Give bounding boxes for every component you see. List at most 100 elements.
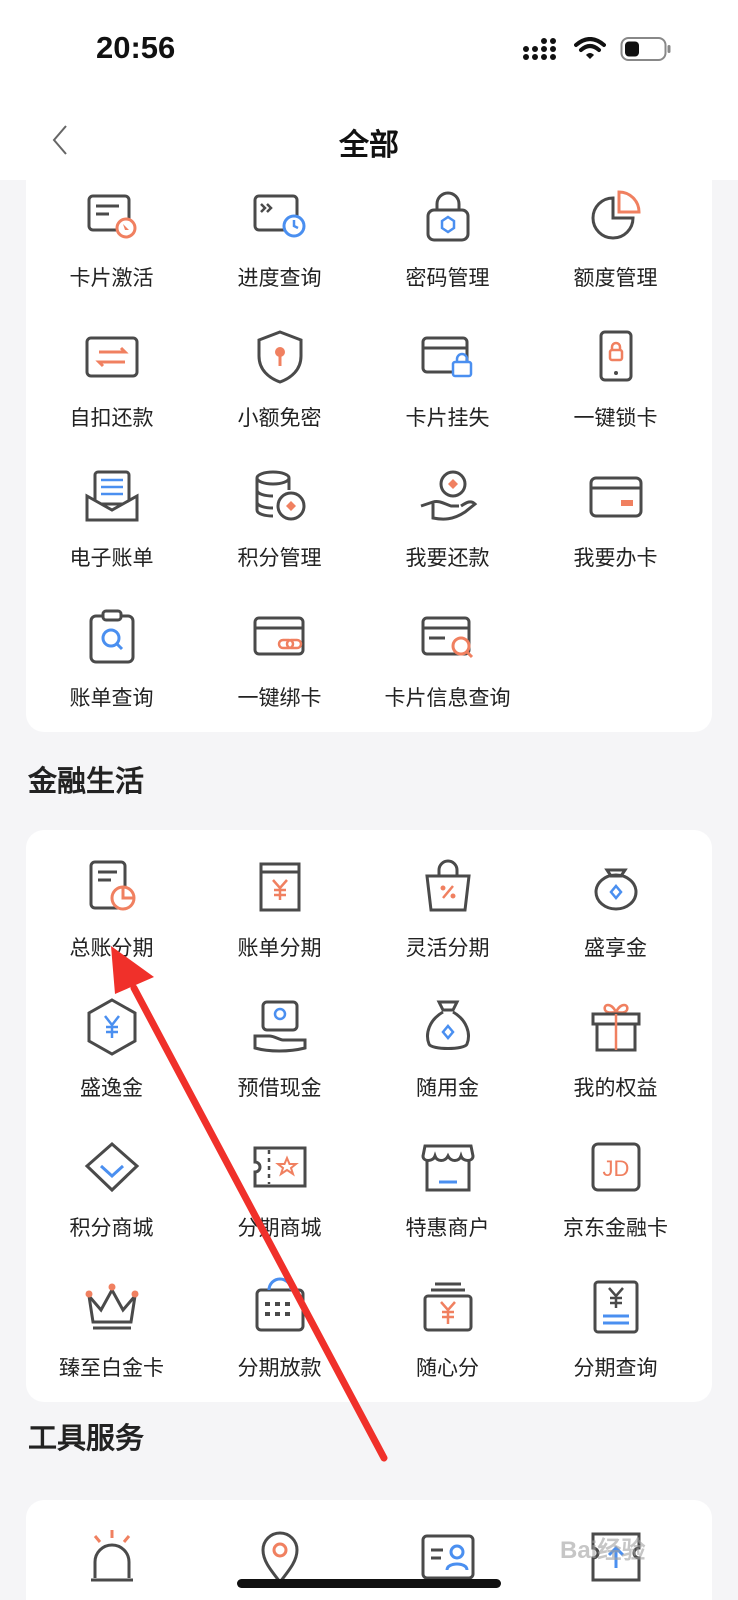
card-link-icon bbox=[253, 616, 304, 656]
bill-yuan-icon bbox=[259, 862, 300, 912]
card-activate-icon bbox=[87, 194, 136, 239]
grid-item-bill-installment[interactable]: 账单分期 bbox=[194, 830, 365, 970]
services-card: 卡片激活 进度查询 密码管理 额度管理 自扣还款 小额免密 卡片挂失 一键锁卡 … bbox=[26, 160, 712, 732]
grid-item-label: 电子账单 bbox=[69, 547, 154, 570]
grid-item-label: 账单查询 bbox=[69, 687, 154, 710]
grid-item-label: 总账分期 bbox=[69, 937, 154, 960]
progress-query-icon bbox=[253, 194, 305, 238]
grid-item-password-manage[interactable]: 密码管理 bbox=[362, 160, 533, 300]
grid-item-label: 一键锁卡 bbox=[573, 407, 658, 430]
auto-repay-icon bbox=[85, 336, 138, 378]
grid-item-label: 账单分期 bbox=[237, 937, 322, 960]
grid-item-label: 积分管理 bbox=[237, 547, 322, 570]
grid-item-label: 积分商城 bbox=[69, 1217, 154, 1240]
alarm-light-icon bbox=[90, 1530, 133, 1582]
grid-item-installment-loan[interactable]: 分期放款 bbox=[194, 1250, 365, 1390]
grid-item-label: 密码管理 bbox=[405, 267, 490, 290]
grid-item-flexible-installment[interactable]: 灵活分期 bbox=[362, 830, 533, 970]
grid-item-label: 盛享金 bbox=[584, 937, 647, 960]
grid-item-apply-card[interactable]: 我要办卡 bbox=[530, 440, 701, 580]
status-icons bbox=[522, 34, 672, 64]
gift-box-icon bbox=[591, 1003, 640, 1052]
grid-item-small-free[interactable]: 小额免密 bbox=[194, 300, 365, 440]
grid-item-card-activate[interactable]: 卡片激活 bbox=[26, 160, 197, 300]
grid-item-card-report-loss[interactable]: 卡片挂失 bbox=[362, 300, 533, 440]
status-bar: 20:56 bbox=[0, 0, 738, 100]
finance-card: 总账分期 账单分期 灵活分期 盛享金 盛逸金 预借现金 随用金 我的权益 积分商… bbox=[26, 830, 712, 1402]
grid-item-tool-alarm[interactable] bbox=[26, 1500, 197, 1600]
grid-item-e-bill[interactable]: 电子账单 bbox=[26, 440, 197, 580]
grid-item-label: 卡片激活 bbox=[69, 267, 154, 290]
grid-item-label: 分期商城 bbox=[237, 1217, 322, 1240]
money-bag-icon bbox=[594, 868, 637, 911]
sack-icon bbox=[425, 1000, 470, 1050]
grid-item-label: 随心分 bbox=[416, 1357, 479, 1380]
credit-card-icon bbox=[589, 476, 642, 518]
grid-item-label: 特惠商户 bbox=[405, 1217, 490, 1240]
grid-item-label: 分期放款 bbox=[237, 1357, 322, 1380]
yuan-box-icon bbox=[423, 1282, 472, 1332]
grid-item-label: 一键绑卡 bbox=[237, 687, 322, 710]
status-time: 20:56 bbox=[96, 30, 176, 65]
page-title: 全部 bbox=[339, 129, 399, 162]
grid-item-i-want-repay[interactable]: 我要还款 bbox=[362, 440, 533, 580]
shopping-bag-percent-icon bbox=[424, 859, 471, 912]
crown-icon bbox=[85, 1283, 138, 1330]
grid-item-platinum-card[interactable]: 臻至白金卡 bbox=[26, 1250, 197, 1390]
grid-item-suixinfen[interactable]: 随心分 bbox=[362, 1250, 533, 1390]
grid-item-cash-advance[interactable]: 预借现金 bbox=[194, 970, 365, 1110]
clipboard-search-icon bbox=[89, 609, 134, 664]
grid-item-label: 卡片挂失 bbox=[405, 407, 490, 430]
card-lock-icon bbox=[421, 336, 472, 378]
grid-item-total-installment[interactable]: 总账分期 bbox=[26, 830, 197, 970]
grid-item-installment-query[interactable]: 分期查询 bbox=[530, 1250, 701, 1390]
battery-icon bbox=[620, 37, 671, 61]
grid-item-jd-finance-card[interactable]: JD 京东金融卡 bbox=[530, 1110, 701, 1250]
jd-card-icon: JD bbox=[591, 1142, 640, 1192]
grid-item-points-manage[interactable]: 积分管理 bbox=[194, 440, 365, 580]
cash-advance-icon bbox=[253, 1000, 306, 1053]
grid-item-label: 卡片信息查询 bbox=[384, 687, 511, 710]
section-title-finance: 金融生活 bbox=[28, 766, 145, 798]
document-chart-icon bbox=[89, 860, 135, 911]
grid-item-label: 臻至白金卡 bbox=[59, 1357, 164, 1380]
grid-item-auto-repay[interactable]: 自扣还款 bbox=[26, 300, 197, 440]
grid-item-one-click-lock[interactable]: 一键锁卡 bbox=[530, 300, 701, 440]
grid-item-shengxiangjin[interactable]: 盛享金 bbox=[530, 830, 701, 970]
grid-item-label: 京东金融卡 bbox=[563, 1217, 668, 1240]
grid-item-label: 灵活分期 bbox=[405, 937, 490, 960]
ticket-star-icon bbox=[253, 1146, 306, 1188]
card-search-icon bbox=[421, 616, 473, 659]
calendar-icon bbox=[255, 1277, 304, 1332]
grid-item-bind-card[interactable]: 一键绑卡 bbox=[194, 580, 365, 720]
grid-item-special-merchants[interactable]: 特惠商户 bbox=[362, 1110, 533, 1250]
diamond-icon bbox=[84, 1142, 139, 1193]
section-title-tools: 工具服务 bbox=[28, 1423, 145, 1455]
grid-item-points-mall[interactable]: 积分商城 bbox=[26, 1110, 197, 1250]
grid-item-installment-mall[interactable]: 分期商城 bbox=[194, 1110, 365, 1250]
grid-item-progress-query[interactable]: 进度查询 bbox=[194, 160, 365, 300]
grid-item-bill-query[interactable]: 账单查询 bbox=[26, 580, 197, 720]
grid-item-label: 随用金 bbox=[416, 1077, 479, 1100]
yuan-document-icon bbox=[593, 1280, 638, 1334]
pie-chart-icon bbox=[591, 190, 641, 240]
grid-item-label: 额度管理 bbox=[573, 267, 658, 290]
grid-item-suiyongjin[interactable]: 随用金 bbox=[362, 970, 533, 1110]
home-indicator[interactable] bbox=[237, 1579, 501, 1588]
grid-item-label: 小额免密 bbox=[237, 407, 322, 430]
e-bill-icon bbox=[85, 470, 138, 522]
hand-coin-icon bbox=[420, 470, 477, 521]
grid-item-label: 预借现金 bbox=[237, 1077, 322, 1100]
grid-item-label: 我要办卡 bbox=[573, 547, 658, 570]
grid-item-my-benefits[interactable]: 我的权益 bbox=[530, 970, 701, 1110]
grid-item-card-info-query[interactable]: 卡片信息查询 bbox=[362, 580, 533, 720]
grid-item-limit-manage[interactable]: 额度管理 bbox=[530, 160, 701, 300]
watermark: Bai经验 bbox=[560, 1537, 646, 1564]
grid-item-label: 盛逸金 bbox=[80, 1077, 143, 1100]
points-coins-icon bbox=[255, 470, 305, 521]
grid-item-shengyijin[interactable]: 盛逸金 bbox=[26, 970, 197, 1110]
jd-card-icon-text: JD bbox=[602, 1156, 629, 1181]
wifi-icon bbox=[574, 37, 606, 59]
storefront-icon bbox=[420, 1144, 475, 1192]
grid-item-label: 分期查询 bbox=[573, 1357, 658, 1380]
